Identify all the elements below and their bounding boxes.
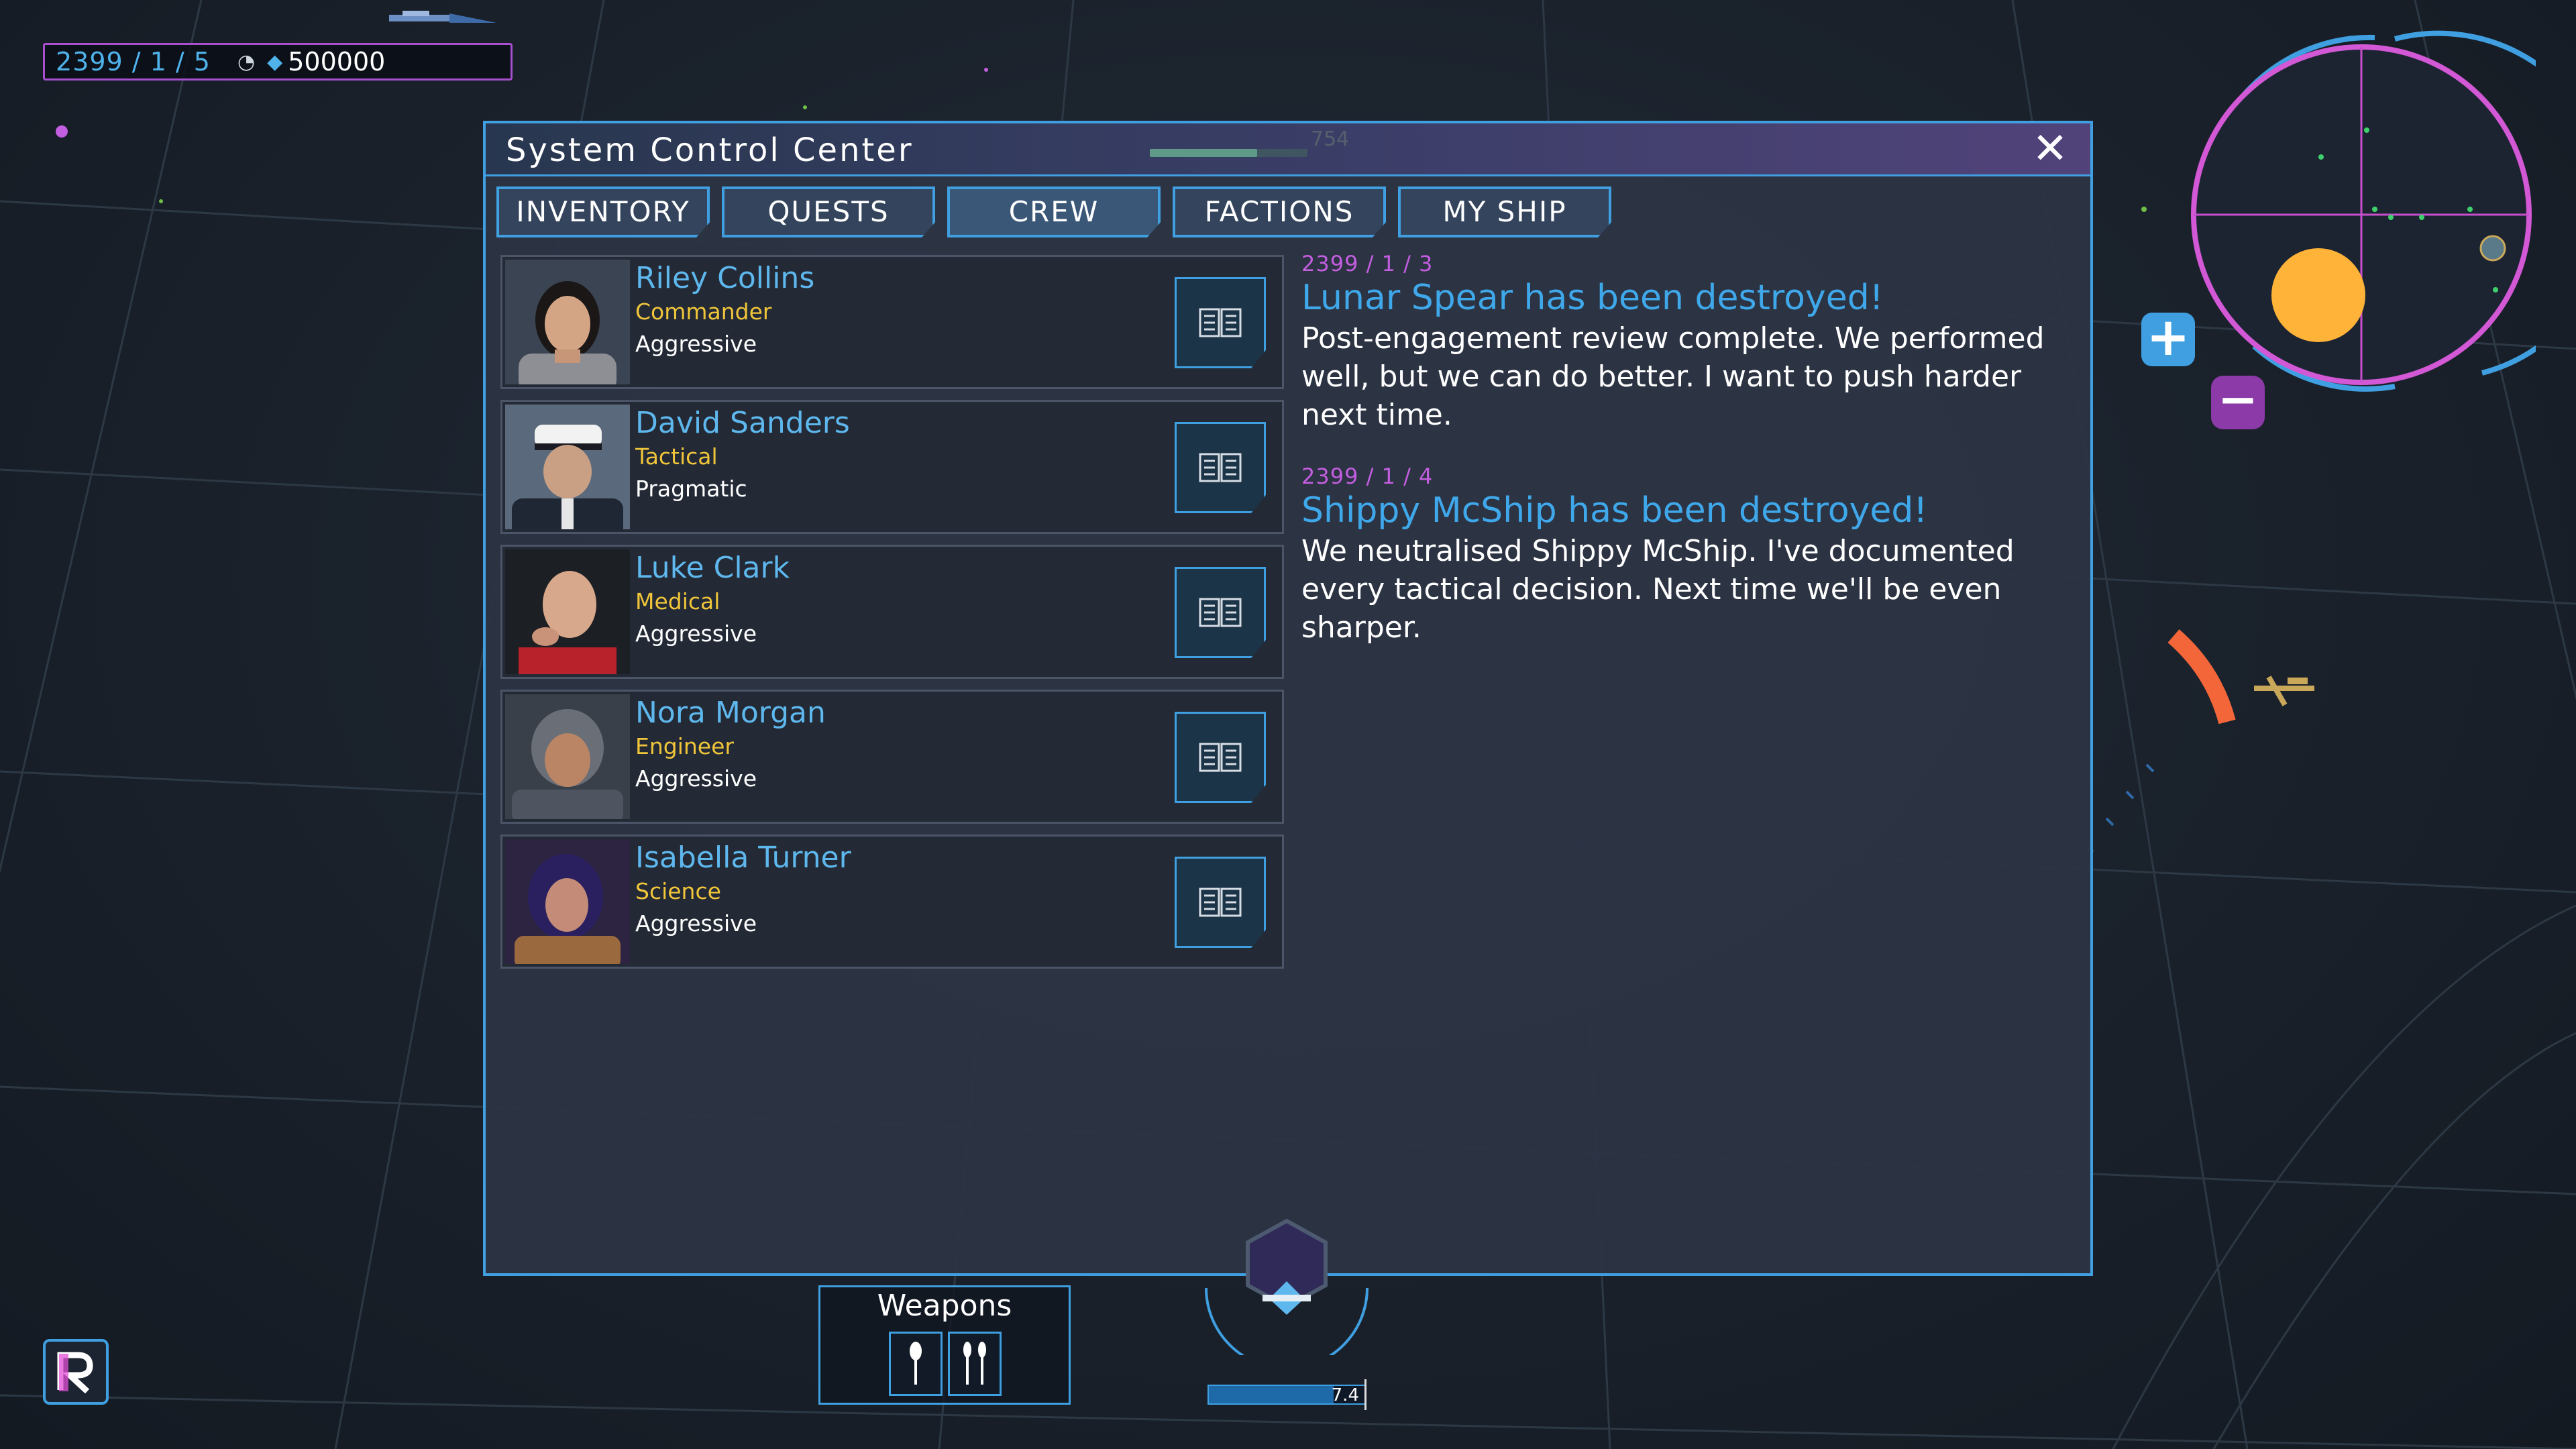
status-bar: 2399 / 1 / 5 ◔ ◆ 500000	[43, 43, 513, 80]
twin-missile-icon	[963, 1342, 986, 1385]
close-button[interactable]: ✕	[2029, 127, 2072, 172]
credits-value: 500000	[288, 47, 386, 76]
weapon-slot-2[interactable]	[948, 1332, 1002, 1396]
log-date: 2399 / 1 / 3	[1301, 251, 1434, 276]
speed-fill	[1209, 1386, 1334, 1403]
crew-event-log: 2399 / 1 / 3 Lunar Spear has been destro…	[1301, 251, 2080, 676]
book-icon	[1199, 743, 1242, 772]
tab-crew[interactable]: CREW	[947, 186, 1161, 237]
moon-icon: ◔	[237, 50, 256, 74]
log-entry: 2399 / 1 / 3 Lunar Spear has been destro…	[1301, 251, 2080, 434]
radar-minimap[interactable]	[2174, 24, 2536, 400]
speed-bar: 7.4	[1208, 1385, 1366, 1405]
tab-factions[interactable]: FACTIONS	[1173, 186, 1386, 237]
crew-card[interactable]: Nora Morgan Engineer Aggressive	[500, 690, 1284, 824]
crew-card[interactable]: Luke Clark Medical Aggressive	[500, 545, 1284, 679]
zoom-out-button[interactable]: −	[2211, 375, 2265, 429]
crew-log-button[interactable]	[1175, 857, 1266, 948]
weapons-panel: Weapons	[818, 1285, 1071, 1405]
sun-icon	[2271, 248, 2365, 342]
crew-log-button[interactable]	[1175, 422, 1266, 513]
panel-header: System Control Center 754 ✕	[486, 123, 2090, 176]
weapons-label: Weapons	[877, 1289, 1012, 1323]
crew-card[interactable]: Riley Collins Commander Aggressive	[500, 255, 1284, 389]
crew-role: Engineer	[635, 733, 734, 759]
crew-trait: Aggressive	[635, 331, 757, 357]
speed-cursor	[1364, 1379, 1366, 1410]
crew-log-button[interactable]	[1175, 567, 1266, 658]
gem-icon: ◆	[267, 50, 283, 74]
crew-name: Riley Collins	[635, 261, 815, 295]
tab-my-ship[interactable]: MY SHIP	[1398, 186, 1611, 237]
crew-log-button[interactable]	[1175, 712, 1266, 803]
tab-inventory[interactable]: INVENTORY	[496, 186, 710, 237]
crew-portrait	[505, 405, 630, 529]
game-date: 2399 / 1 / 5	[56, 47, 211, 76]
crew-trait: Aggressive	[635, 910, 757, 936]
panel-progress-fill	[1150, 149, 1257, 157]
crew-role: Medical	[635, 588, 720, 614]
crew-card[interactable]: David Sanders Tactical Pragmatic	[500, 400, 1284, 534]
speed-value: 7.4	[1331, 1385, 1359, 1405]
log-entry: 2399 / 1 / 4 Shippy McShip has been dest…	[1301, 464, 2080, 647]
panel-title: System Control Center	[506, 131, 914, 169]
log-date: 2399 / 1 / 4	[1301, 464, 1434, 489]
crew-trait: Aggressive	[635, 621, 757, 647]
panel-progress-value: 754	[1311, 127, 1350, 151]
crew-name: Nora Morgan	[635, 696, 826, 730]
crew-card[interactable]: Isabella Turner Science Aggressive	[500, 835, 1284, 969]
book-icon	[1199, 308, 1242, 337]
log-title: Lunar Spear has been destroyed!	[1301, 278, 1884, 318]
crew-log-button[interactable]	[1175, 277, 1266, 368]
player-ship-marker	[2479, 235, 2506, 262]
tab-quests[interactable]: QUESTS	[722, 186, 935, 237]
book-icon	[1199, 888, 1242, 917]
crew-portrait	[505, 839, 630, 964]
log-body: Post-engagement review complete. We perf…	[1301, 321, 2045, 432]
system-control-center-panel: System Control Center 754 ✕ INVENTORY QU…	[483, 121, 2093, 1276]
crew-role: Science	[635, 878, 721, 904]
crew-role: Commander	[635, 299, 772, 325]
crew-role: Tactical	[635, 443, 718, 470]
crew-name: Isabella Turner	[635, 841, 851, 875]
zoom-in-button[interactable]: +	[2141, 311, 2195, 366]
crew-trait: Pragmatic	[635, 476, 747, 502]
log-body: We neutralised Shippy McShip. I've docum…	[1301, 534, 2015, 645]
ship-emblem	[1205, 1218, 1368, 1355]
crew-name: David Sanders	[635, 406, 850, 440]
missile-icon	[910, 1342, 922, 1385]
game-viewport[interactable]: 2399 / 1 / 5 ◔ ◆ 500000 System Control C…	[0, 0, 2576, 1449]
crew-name: Luke Clark	[635, 551, 790, 585]
log-title: Shippy McShip has been destroyed!	[1301, 490, 1928, 531]
book-icon	[1199, 598, 1242, 627]
crew-portrait	[505, 694, 630, 819]
app-logo-icon[interactable]	[43, 1339, 109, 1405]
crew-trait: Aggressive	[635, 765, 757, 792]
weapon-slot-1[interactable]	[889, 1332, 943, 1396]
panel-progress-bar	[1150, 149, 1307, 157]
crew-portrait	[505, 549, 630, 674]
book-icon	[1199, 453, 1242, 482]
crew-portrait	[505, 260, 630, 384]
